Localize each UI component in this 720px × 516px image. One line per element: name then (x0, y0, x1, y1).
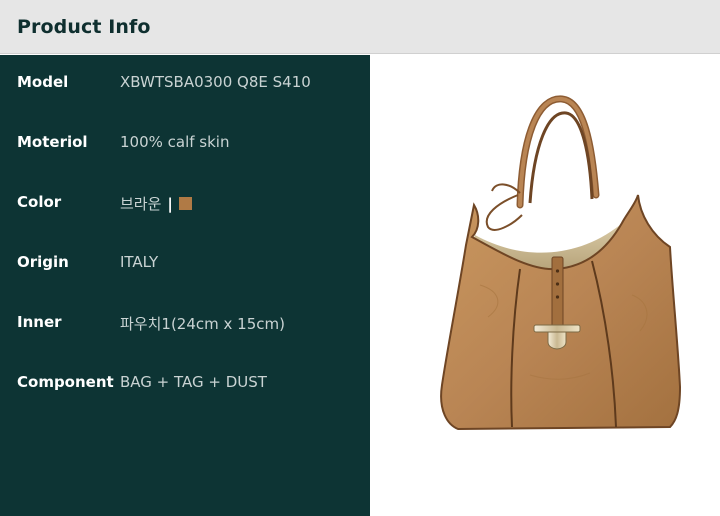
info-value-color: 브라운 | (120, 193, 192, 214)
color-separator: | (167, 194, 173, 213)
tote-bag-image (440, 95, 682, 431)
info-value-material: 100% calf skin (120, 133, 230, 151)
info-row-origin: Origin ITALY (0, 253, 370, 277)
page-title: Product Info (17, 16, 151, 38)
product-info-panel: Model XBWTSBA0300 Q8E S410 Moteriol 100%… (0, 55, 370, 516)
info-row-color: Color 브라운 | (0, 193, 370, 217)
info-value-component: BAG + TAG + DUST (120, 373, 267, 391)
info-row-model: Model XBWTSBA0300 Q8E S410 (0, 73, 370, 97)
info-value-inner: 파우치1(24cm x 15cm) (120, 315, 285, 333)
info-label-material: Moteriol (17, 133, 88, 151)
color-swatch (178, 197, 192, 210)
product-info-header: Product Info (0, 0, 720, 54)
info-label-component: Component (17, 373, 114, 391)
info-row-inner: Inner 파우치1(24cm x 15cm) (0, 313, 370, 337)
info-value-model: XBWTSBA0300 Q8E S410 (120, 73, 311, 91)
info-label-inner: Inner (17, 313, 62, 331)
info-row-material: Moteriol 100% calf skin (0, 133, 370, 157)
color-name: 브라운 (120, 195, 162, 213)
product-image-area (370, 55, 720, 516)
info-label-color: Color (17, 193, 62, 211)
info-value-origin: ITALY (120, 253, 159, 271)
info-row-component: Component BAG + TAG + DUST (0, 373, 370, 397)
info-label-model: Model (17, 73, 69, 91)
info-label-origin: Origin (17, 253, 69, 271)
